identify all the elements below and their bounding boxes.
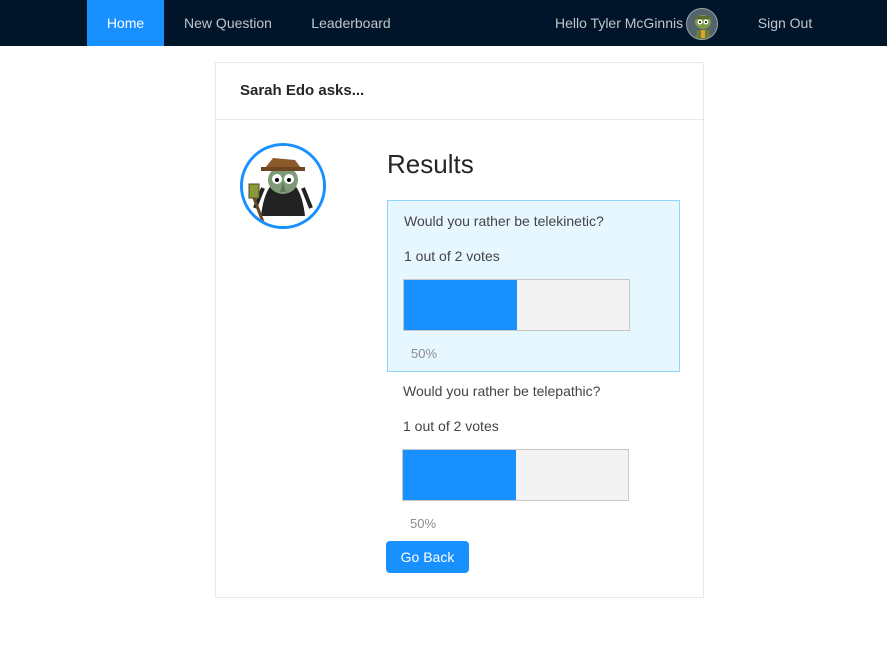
nav-home[interactable]: Home bbox=[87, 0, 164, 46]
user-avatar-icon bbox=[686, 8, 718, 40]
sign-out-link[interactable]: Sign Out bbox=[740, 0, 830, 46]
option-vote-count: 1 out of 2 votes bbox=[403, 418, 499, 434]
option-two-result: Would you rather be telepathic? 1 out of… bbox=[387, 371, 680, 543]
nav-leaderboard[interactable]: Leaderboard bbox=[292, 0, 410, 46]
card-title: Sarah Edo asks... bbox=[240, 82, 365, 99]
progress-bar bbox=[403, 279, 630, 331]
author-avatar-icon bbox=[240, 143, 326, 229]
percent-label: 50% bbox=[411, 346, 438, 361]
card-header: Sarah Edo asks... bbox=[216, 63, 703, 120]
option-one-result: Would you rather be telekinetic? 1 out o… bbox=[387, 200, 680, 372]
go-back-button[interactable]: Go Back bbox=[386, 541, 469, 573]
results-heading: Results bbox=[387, 149, 474, 179]
progress-bar bbox=[402, 449, 629, 501]
option-text: Would you rather be telepathic? bbox=[403, 383, 601, 399]
option-vote-count: 1 out of 2 votes bbox=[404, 248, 500, 264]
nav-new-question[interactable]: New Question bbox=[164, 0, 292, 46]
option-text: Would you rather be telekinetic? bbox=[404, 213, 604, 229]
question-card: Sarah Edo asks... Results Would you rath… bbox=[215, 62, 704, 598]
user-greeting: Hello Tyler McGinnis bbox=[555, 15, 684, 31]
progress-fill bbox=[403, 450, 516, 500]
percent-label: 50% bbox=[410, 516, 437, 531]
top-navbar: Home New Question Leaderboard Hello Tyle… bbox=[0, 0, 887, 46]
progress-fill bbox=[404, 280, 517, 330]
